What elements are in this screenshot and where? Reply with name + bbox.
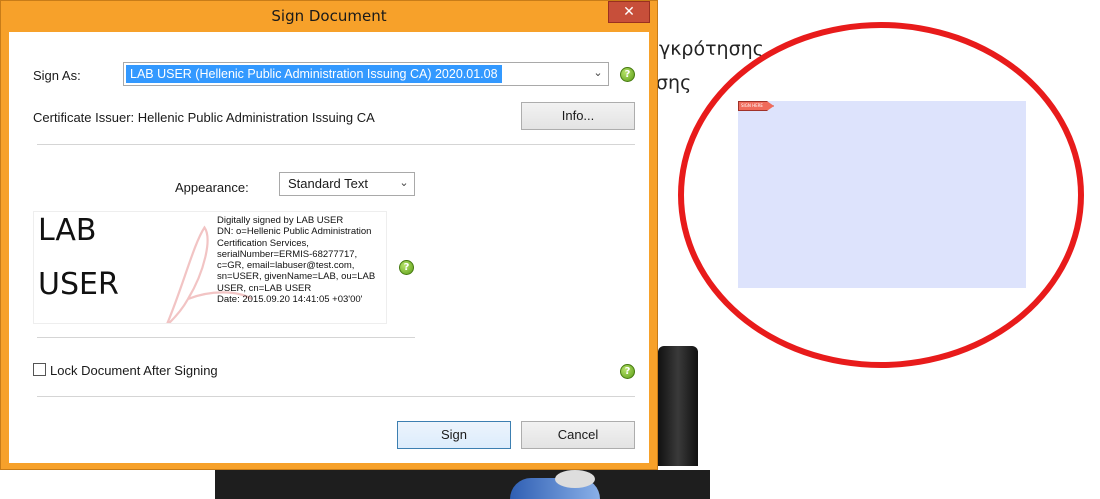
- appearance-label: Appearance:: [175, 180, 249, 195]
- certificate-issuer-text: Certificate Issuer: Hellenic Public Admi…: [33, 110, 375, 125]
- signature-detail-line: sn=USER, givenName=LAB, ou=LAB: [217, 271, 376, 283]
- signature-detail-line: USER, cn=LAB USER: [217, 282, 312, 294]
- separator: [37, 337, 415, 338]
- sign-as-select[interactable]: LAB USER (Hellenic Public Administration…: [123, 62, 609, 86]
- signature-detail-line: Date: 2015.09.20 14:41:05 +03'00': [217, 294, 363, 306]
- document-text-line-1: υγκρότησης: [648, 38, 764, 60]
- appearance-value: Standard Text: [288, 176, 368, 191]
- cancel-button[interactable]: Cancel: [521, 421, 635, 449]
- help-icon[interactable]: ?: [399, 260, 414, 275]
- lock-document-label[interactable]: Lock Document After Signing: [50, 363, 218, 378]
- lock-document-checkbox[interactable]: [33, 363, 46, 376]
- document-text-line-2: σης: [656, 72, 692, 94]
- separator: [37, 396, 635, 397]
- signature-detail-line: c=GR, email=labuser@test.com,: [217, 260, 355, 272]
- close-button[interactable]: ✕: [608, 1, 650, 23]
- sign-as-label: Sign As:: [33, 68, 81, 83]
- sign-button[interactable]: Sign: [397, 421, 511, 449]
- appearance-select[interactable]: Standard Text ⌄: [279, 172, 415, 196]
- background-photo-base: [215, 470, 710, 499]
- separator: [37, 144, 635, 145]
- signature-preview: LAB USER Digitally signed by LAB USER DN…: [33, 211, 387, 324]
- signature-details: Digitally signed by LAB USER DN: o=Helle…: [217, 215, 386, 306]
- signature-detail-line: DN: o=Hellenic Public Administration: [217, 226, 372, 238]
- sign-document-dialog: Sign Document ✕ Sign As: LAB USER (Helle…: [0, 0, 658, 470]
- chevron-down-icon: ⌄: [399, 177, 409, 189]
- background-photo-stand: [658, 346, 698, 466]
- help-icon[interactable]: ?: [620, 67, 635, 82]
- close-icon: ✕: [623, 4, 635, 20]
- info-button[interactable]: Info...: [521, 102, 635, 130]
- dialog-title-bar[interactable]: Sign Document ✕: [1, 1, 657, 31]
- signature-detail-line: Certification Services,: [217, 237, 309, 249]
- background-photo-white: [555, 470, 595, 488]
- help-icon[interactable]: ?: [620, 364, 635, 379]
- sign-as-value: LAB USER (Hellenic Public Administration…: [126, 65, 502, 83]
- dialog-title: Sign Document: [271, 7, 387, 25]
- signer-name-line-1: LAB: [38, 213, 97, 248]
- signature-detail-line: Digitally signed by LAB USER: [217, 215, 344, 226]
- signer-name-line-2: USER: [38, 267, 119, 302]
- dialog-body: Sign As: LAB USER (Hellenic Public Admin…: [9, 32, 649, 463]
- annotation-ellipse: [678, 22, 1084, 368]
- chevron-down-icon: ⌄: [593, 67, 603, 79]
- signature-detail-line: serialNumber=ERMIS-68277717,: [217, 248, 358, 260]
